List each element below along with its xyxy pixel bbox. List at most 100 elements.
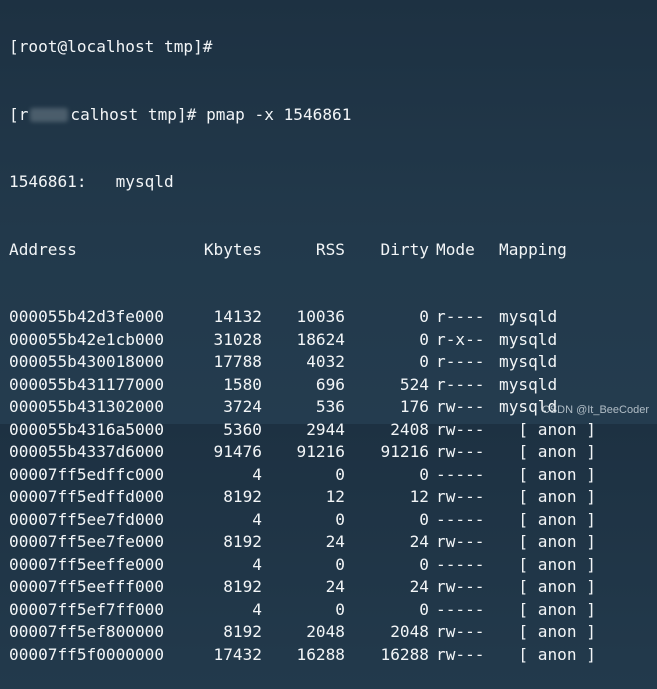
cell-address: 00007ff5ef800000 [9, 622, 165, 641]
cell-kbytes: 3724 [223, 397, 262, 416]
cell-kbytes: 8192 [223, 487, 262, 506]
table-row: 00007ff5f0000000 17432 16288 16288 rw--- [ a… [9, 644, 596, 667]
cell-dirty: 524 [399, 374, 429, 394]
cell-kbytes: 17788 [213, 352, 262, 371]
cell-mapping: [ anon ] [499, 599, 596, 619]
cell-address: 00007ff5ee7fd000 [9, 509, 165, 529]
table-row: 000055b431177000 1580 696 524 r---- mysqld [9, 374, 596, 397]
cell-dirty: 2048 [390, 622, 429, 641]
cell-kbytes: 8192 [223, 532, 262, 551]
cell-address: 000055b431177000 [9, 374, 165, 394]
cell-mapping: [ anon ] [499, 442, 596, 461]
cell-dirty: 0 [419, 509, 429, 529]
cell-mode: r---- [436, 374, 485, 394]
cell-mode: r---- [436, 352, 485, 371]
cell-dirty: 0 [419, 307, 429, 326]
cell-rss: 4032 [306, 352, 345, 371]
cell-kbytes: 8192 [223, 622, 262, 641]
terminal-output: [root@localhost tmp]# [r calhost tmp]# pm… [9, 0, 596, 689]
cell-kbytes: 1580 [223, 374, 262, 394]
cell-mode: rw--- [436, 577, 485, 596]
cell-kbytes: 5360 [223, 419, 262, 439]
cell-mode: ----- [436, 599, 485, 619]
table-row: 000055b42d3fe000 14132 10036 0 r---- mysqld [9, 306, 596, 329]
cell-dirty: 91216 [380, 442, 429, 461]
cell-address: 000055b430018000 [9, 352, 165, 371]
cell-rss: 10036 [296, 307, 345, 326]
previous-prompt: [root@localhost tmp]# [9, 37, 213, 56]
cell-dirty: 0 [419, 554, 429, 574]
cell-kbytes: 17432 [213, 644, 262, 664]
table-row: 000055b430018000 17788 4032 0 r---- mysqld [9, 351, 596, 374]
cell-mode: rw--- [436, 442, 485, 461]
cell-mapping: [ anon ] [499, 577, 596, 596]
table-row: 000055b4337d6000 91476 91216 91216 rw--- [ a… [9, 441, 596, 464]
cell-address: 00007ff5f0000000 [9, 644, 165, 664]
table-row: 000055b42e1cb000 31028 18624 0 r-x-- mysqld [9, 329, 596, 352]
cell-dirty: 16288 [380, 644, 429, 664]
table-row: 00007ff5ee7fe000 8192 24 24 rw--- [ anon ] [9, 531, 596, 554]
cell-mode: r-x-- [436, 329, 485, 349]
cell-mapping: [ anon ] [499, 509, 596, 529]
cell-mode: rw--- [436, 397, 485, 416]
cell-address: 00007ff5ef7ff000 [9, 599, 165, 619]
pid-line: 1546861: mysqld [9, 171, 596, 194]
header-mapping: Mapping [499, 239, 567, 259]
cell-mapping: [ anon ] [499, 487, 596, 506]
cell-rss: 0 [335, 509, 345, 529]
cell-rss: 696 [315, 374, 345, 394]
command-text: pmap -x 1546861 [206, 104, 352, 124]
cell-address: 00007ff5eeffe000 [9, 554, 165, 574]
table-row: 00007ff5ef7ff000 4 0 0 ----- [ anon ] [9, 599, 596, 622]
cell-mapping: [ anon ] [499, 419, 596, 439]
header-address: Address [9, 239, 77, 259]
cell-rss: 0 [335, 464, 345, 484]
pid-process: 1546861: mysqld [9, 172, 174, 191]
cell-address: 00007ff5edffc000 [9, 464, 165, 484]
cell-kbytes: 4 [252, 509, 262, 529]
cell-mode: rw--- [436, 644, 485, 664]
header-kbytes: Kbytes [203, 239, 262, 259]
table-row: 000055b431302000 3724 536 176 rw--- mysqld [9, 396, 596, 419]
cell-dirty: 24 [409, 577, 429, 596]
cell-mapping: [ anon ] [499, 644, 596, 664]
cell-mapping: [ anon ] [499, 622, 596, 641]
header-rss: RSS [315, 239, 345, 259]
cell-dirty: 0 [419, 599, 429, 619]
cell-rss: 536 [315, 397, 345, 416]
cell-rss: 24 [325, 532, 345, 551]
cell-dirty: 0 [419, 329, 429, 349]
prompt-host: calhost tmp]# [70, 104, 197, 124]
cell-rss: 24 [325, 577, 345, 596]
cell-rss: 0 [335, 554, 345, 574]
cell-rss: 16288 [296, 644, 345, 664]
cell-kbytes: 4 [252, 554, 262, 574]
cell-dirty: 12 [409, 487, 429, 506]
cell-kbytes: 8192 [223, 577, 262, 596]
cell-mode: rw--- [436, 487, 485, 506]
cell-dirty: 0 [419, 352, 429, 371]
header-mode: Mode [436, 239, 475, 259]
cell-address: 000055b4337d6000 [9, 442, 165, 461]
cell-dirty: 2408 [390, 419, 429, 439]
table-row: 00007ff5edffc000 4 0 0 ----- [ anon ] [9, 464, 596, 487]
cell-mode: r---- [436, 307, 485, 326]
cell-kbytes: 14132 [213, 307, 262, 326]
cell-mapping: [ anon ] [499, 464, 596, 484]
cell-mapping: mysqld [499, 352, 558, 371]
previous-prompt-line: [root@localhost tmp]# [9, 36, 596, 59]
cell-mapping: mysqld [499, 307, 558, 326]
cell-mapping: mysqld [499, 374, 558, 394]
cell-address: 000055b42d3fe000 [9, 307, 165, 326]
cell-rss: 91216 [296, 442, 345, 461]
table-body: 000055b42d3fe000 14132 10036 0 r---- mysqld 00… [9, 306, 596, 666]
cell-mapping: mysqld [499, 329, 558, 349]
cell-kbytes: 91476 [213, 442, 262, 461]
cell-rss: 2944 [306, 419, 345, 439]
cell-mapping: [ anon ] [499, 532, 596, 551]
cell-rss: 2048 [306, 622, 345, 641]
cell-address: 00007ff5edffd000 [9, 487, 165, 506]
cell-rss: 0 [335, 599, 345, 619]
cell-dirty: 176 [399, 397, 429, 416]
table-row: 00007ff5eeffe000 4 0 0 ----- [ anon ] [9, 554, 596, 577]
